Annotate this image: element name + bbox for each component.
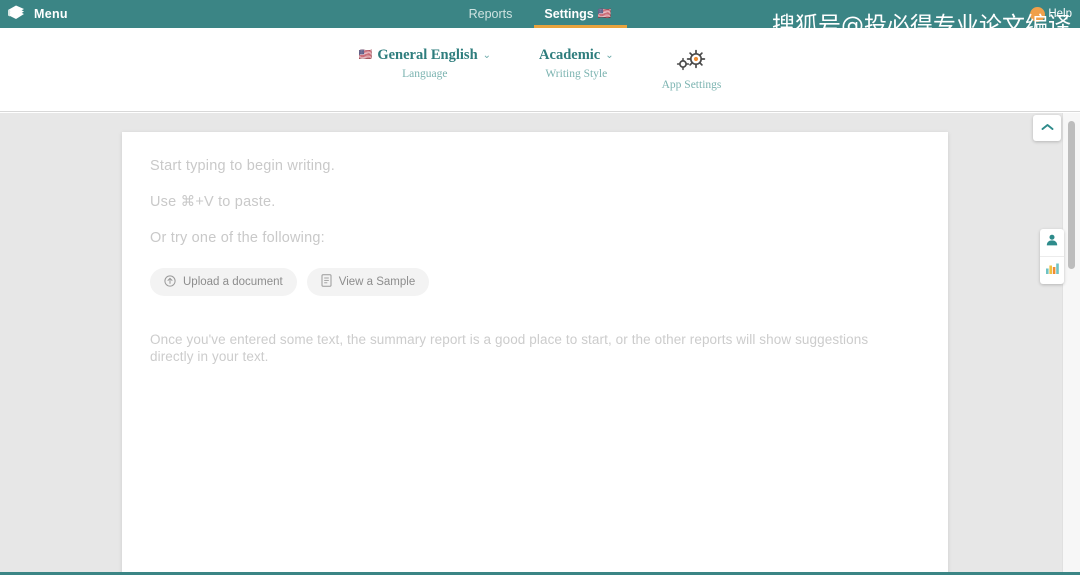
document-icon	[321, 274, 332, 290]
upload-document-label: Upload a document	[183, 276, 283, 288]
audience-tool-tab[interactable]	[1040, 229, 1064, 256]
vertical-scrollbar[interactable]	[1062, 113, 1080, 572]
upload-document-button[interactable]: Upload a document	[150, 268, 297, 296]
statistics-tool-tab[interactable]	[1040, 256, 1064, 284]
language-value: General English	[377, 47, 478, 63]
bar-chart-icon	[1045, 261, 1060, 280]
summary-report-hint: Once you've entered some text, the summa…	[150, 332, 869, 364]
scrollbar-thumb[interactable]	[1068, 121, 1075, 269]
us-flag-icon: 🇺🇸	[597, 7, 612, 20]
nav-item-reports-label: Reports	[468, 7, 513, 21]
nav-item-settings-label: Settings	[544, 7, 594, 21]
chevron-up-icon	[1041, 119, 1054, 137]
upload-circle-icon	[164, 274, 176, 290]
chevron-down-icon: ⌄	[605, 50, 614, 61]
settings-strip: 🇺🇸 General English ⌄ Language Academic ⌄…	[0, 28, 1080, 112]
hint-line-start-typing: Start typing to begin writing.	[150, 158, 335, 174]
app-settings-label: App Settings	[661, 79, 722, 91]
double-gear-icon	[675, 48, 709, 75]
document-action-buttons: Upload a document View a Sample	[150, 268, 920, 296]
tool-tabs-panel	[1040, 229, 1064, 284]
settings-controls: 🇺🇸 General English ⌄ Language Academic ⌄…	[0, 28, 1080, 112]
hint-line-try-following: Or try one of the following:	[150, 230, 325, 246]
document-page[interactable]: Start typing to begin writing. Use ⌘+V t…	[122, 132, 948, 575]
writing-style-value-row: Academic ⌄	[539, 47, 614, 64]
writing-style-value: Academic	[539, 47, 601, 63]
document-content: Start typing to begin writing. Use ⌘+V t…	[122, 132, 948, 366]
collapse-panel-button[interactable]	[1033, 115, 1061, 141]
view-sample-label: View a Sample	[338, 276, 416, 288]
writing-style-setting[interactable]: Academic ⌄ Writing Style	[539, 47, 614, 80]
watermark-text: 搜狐号@投必得专业论文编译	[772, 13, 1071, 39]
language-setting[interactable]: 🇺🇸 General English ⌄ Language	[359, 47, 491, 80]
us-flag-icon: 🇺🇸	[358, 49, 373, 61]
chevron-down-icon: ⌄	[482, 50, 492, 61]
nav-item-reports[interactable]: Reports	[467, 0, 515, 28]
app-settings-setting[interactable]: App Settings	[661, 47, 722, 91]
language-value-row: 🇺🇸 General English ⌄	[359, 47, 491, 64]
nav-item-settings[interactable]: Settings 🇺🇸	[534, 0, 628, 28]
view-sample-button[interactable]: View a Sample	[306, 268, 430, 296]
person-icon	[1045, 233, 1059, 252]
hint-line-paste: Use ⌘+V to paste.	[150, 194, 276, 210]
language-label: Language	[402, 68, 448, 80]
writing-style-label: Writing Style	[545, 68, 608, 80]
